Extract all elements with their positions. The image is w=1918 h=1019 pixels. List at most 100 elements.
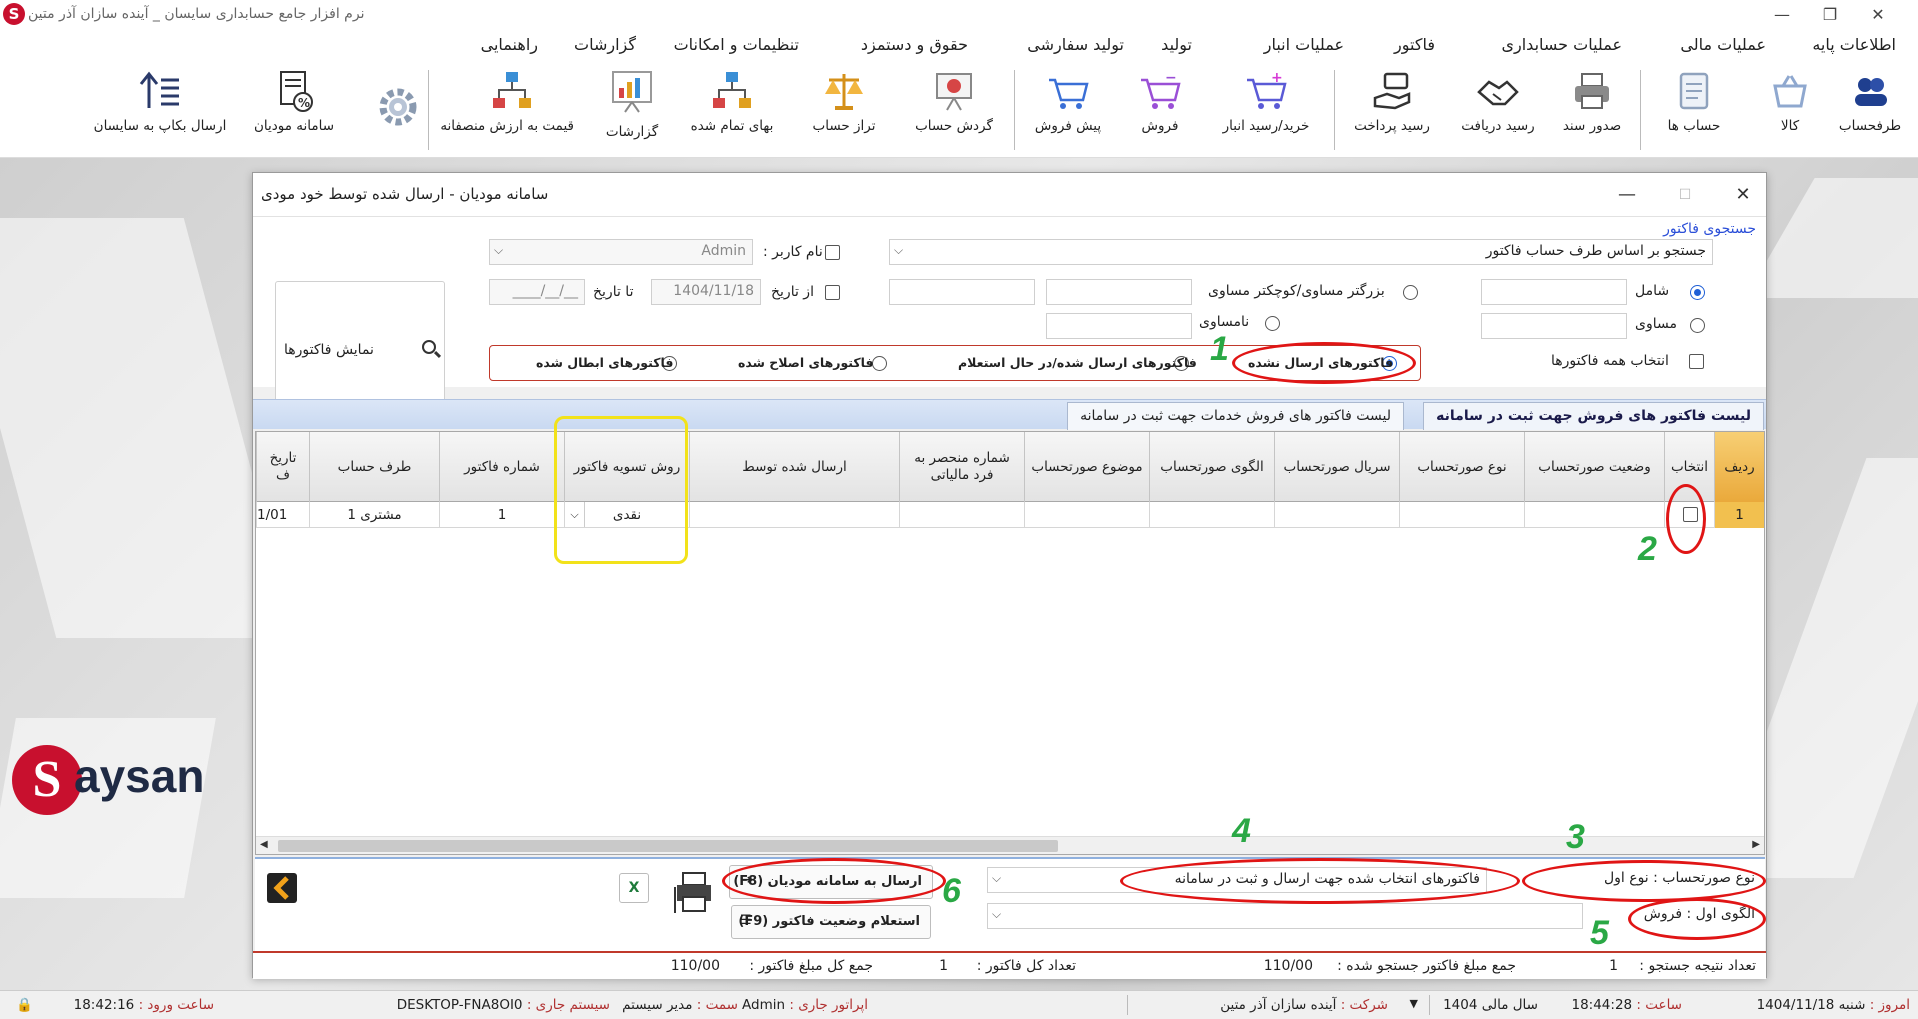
column-header[interactable]: طرف حساب	[309, 432, 439, 502]
column-header[interactable]: نوع صورتحساب	[1399, 432, 1524, 502]
close-window-button[interactable]: ✕	[1858, 2, 1898, 28]
username-dropdown[interactable]: Admin ⌵	[489, 239, 753, 265]
restore-window-button[interactable]: ❐	[1810, 2, 1850, 28]
app-status-bar: امروز : شنبه 1404/11/18 ساعت : 18:44:28 …	[0, 990, 1918, 1019]
menu-item-financial[interactable]: عملیات مالی	[1680, 35, 1766, 54]
column-header[interactable]: موضوع صورتحساب	[1024, 432, 1149, 502]
printer-icon[interactable]	[673, 871, 713, 915]
cart-icon: −	[1137, 68, 1183, 114]
column-header[interactable]: شماره منحصر به فرد مالیاتی	[899, 432, 1024, 502]
org-price-icon	[489, 68, 535, 114]
ledger-icon	[1671, 68, 1717, 114]
username-checkbox[interactable]	[825, 245, 840, 260]
annotation-number: 1	[1210, 330, 1229, 368]
annotation-number: 6	[942, 872, 961, 910]
company-dropdown-icon[interactable]: ▼	[1410, 997, 1418, 1010]
toolbar-issue-document-button[interactable]: صدور سند	[1540, 68, 1644, 154]
dialog-close-button[interactable]: ✕	[1725, 181, 1761, 209]
cart-pre-icon	[1045, 68, 1091, 114]
brand-logo-text: aysan	[74, 750, 205, 802]
operator-status: اپراتور جاری : Admin	[742, 997, 868, 1013]
column-header[interactable]: وضعیت صورتحساب	[1524, 432, 1664, 502]
toolbar-goods-button[interactable]: کالا	[1738, 68, 1842, 154]
column-header[interactable]: الگوی صورتحساب	[1149, 432, 1274, 502]
equal-input[interactable]	[1481, 313, 1627, 339]
dialog-maximize-button[interactable]: ☐	[1667, 181, 1703, 209]
toolbar-account-turnover-button[interactable]: گردش حساب	[902, 68, 1006, 154]
search-sum-value: 110/00	[1263, 958, 1313, 974]
horizontal-scrollbar[interactable]: ◀ ▶	[256, 836, 1764, 854]
scroll-left-icon[interactable]: ◀	[260, 839, 268, 850]
equal-label: مساوی	[1635, 316, 1677, 332]
scale-icon	[821, 68, 867, 114]
menu-item-accounting[interactable]: عملیات حسابداری	[1501, 35, 1622, 54]
scrollbar-thumb[interactable]	[278, 840, 1058, 852]
to-date-field[interactable]: __/__/____	[489, 279, 585, 305]
inquiry-status-button[interactable]: استعلام وضعیت فاکتور (F9) ☰	[731, 905, 931, 939]
toolbar-presale-button[interactable]: پیش فروش	[1016, 68, 1120, 154]
upload-list-icon	[137, 68, 183, 114]
menu-item-custom-production[interactable]: تولید سفارشی	[1027, 35, 1124, 54]
column-header[interactable]: تاریخ ف	[256, 432, 309, 502]
invoice-tabs: لیست فاکتور های فروش جهت ثبت در سامانه ل…	[253, 399, 1766, 430]
filter-corrected-radio[interactable]	[872, 356, 887, 371]
toolbar-settings-button[interactable]	[346, 68, 450, 154]
not-equal-radio[interactable]	[1265, 316, 1280, 331]
search-legend: جستجوی فاکتور	[1663, 221, 1756, 237]
subject-cell	[1024, 502, 1149, 528]
dialog-title: سامانه مودیان - ارسال شده توسط خود مودی	[261, 185, 549, 203]
equal-radio[interactable]	[1690, 318, 1705, 333]
tab-sales-invoices[interactable]: لیست فاکتور های فروش جهت ثبت در سامانه	[1423, 402, 1764, 430]
lock-icon[interactable]: 🔒	[16, 997, 33, 1013]
total-sum-label: جمع کل مبلغ فاکتور :	[749, 958, 873, 974]
menu-item-reports[interactable]: گزارشات	[574, 35, 636, 54]
back-arrow-icon[interactable]	[267, 873, 297, 903]
annotation-number: 4	[1232, 812, 1251, 850]
ge-le-radio[interactable]	[1403, 285, 1418, 300]
menu-item-invoice[interactable]: فاکتور	[1394, 35, 1435, 54]
minimize-window-button[interactable]: —	[1762, 2, 1802, 28]
select-all-checkbox[interactable]	[1689, 354, 1704, 369]
menu-item-help[interactable]: راهنمایی	[481, 35, 538, 54]
people-icon	[1847, 68, 1893, 114]
from-date-checkbox[interactable]	[825, 285, 840, 300]
toolbar-tax-system-button[interactable]: % سامانه مودیان	[242, 68, 346, 154]
tab-service-invoices[interactable]: لیست فاکتور های فروش خدمات جهت ثبت در سا…	[1067, 402, 1404, 430]
column-header[interactable]: ارسال شده توسط	[689, 432, 899, 502]
excel-export-icon[interactable]: X	[619, 873, 649, 903]
column-header[interactable]: شماره فاکتور	[439, 432, 564, 502]
toolbar-payment-button[interactable]: رسید پرداخت	[1340, 68, 1444, 154]
toolbar-cost-price-button[interactable]: بهای تمام شده	[680, 68, 784, 154]
from-date-field[interactable]: 1404/11/18	[651, 279, 761, 305]
search-by-party-dropdown[interactable]: جستجو بر اساس طرف حساب فاکتور ⌵	[889, 239, 1713, 265]
menu-item-payroll[interactable]: حقوق و دستمزد	[861, 35, 968, 54]
scroll-right-icon[interactable]: ▶	[1752, 839, 1760, 850]
serial-cell	[1274, 502, 1399, 528]
toolbar-balance-button[interactable]: تراز حساب	[792, 68, 896, 154]
annotation-ring	[1628, 898, 1766, 940]
toolbar-receipt-button[interactable]: رسید دریافت	[1446, 68, 1550, 154]
dialog-minimize-button[interactable]: —	[1609, 181, 1645, 209]
contains-input[interactable]	[1481, 279, 1627, 305]
menu-item-settings[interactable]: تنظیمات و امکانات	[674, 35, 799, 54]
toolbar-purchase-button[interactable]: + خرید/رسید انبار	[1214, 68, 1318, 154]
menu-item-production[interactable]: تولید	[1161, 35, 1192, 54]
column-header[interactable]: ردیف	[1714, 432, 1764, 502]
chevron-down-icon: ⌵	[992, 907, 1002, 921]
toolbar-accounts-button[interactable]: حساب ها	[1642, 68, 1746, 154]
ge-input[interactable]	[1046, 279, 1192, 305]
toolbar-fair-value-button[interactable]: قیمت به ارزش منصفانه	[440, 68, 574, 154]
pattern-select-dropdown[interactable]: ⌵	[987, 903, 1583, 929]
table-row[interactable]: 1 نقدی ⌵ 1 مشتری 1 1/01	[256, 502, 1764, 528]
toolbar-sales-button[interactable]: − فروش	[1108, 68, 1212, 154]
toolbar-backup-button[interactable]: ارسال بکاپ به سایسان	[82, 68, 238, 154]
role-status: سمت : مدیر سیستم	[622, 997, 738, 1013]
contains-radio[interactable]	[1690, 285, 1705, 300]
column-header[interactable]: سریال صورتحساب	[1274, 432, 1399, 502]
le-input[interactable]	[889, 279, 1035, 305]
menu-item-warehouse[interactable]: عملیات انبار	[1264, 35, 1344, 54]
not-equal-input[interactable]	[1046, 313, 1192, 339]
menu-item-base-info[interactable]: اطلاعات پایه	[1812, 35, 1896, 54]
filter-sent-label: فاکتورهای ارسال شده/در حال استعلام	[958, 355, 1197, 370]
toolbar-reports-button[interactable]: گزارشات	[580, 68, 684, 154]
